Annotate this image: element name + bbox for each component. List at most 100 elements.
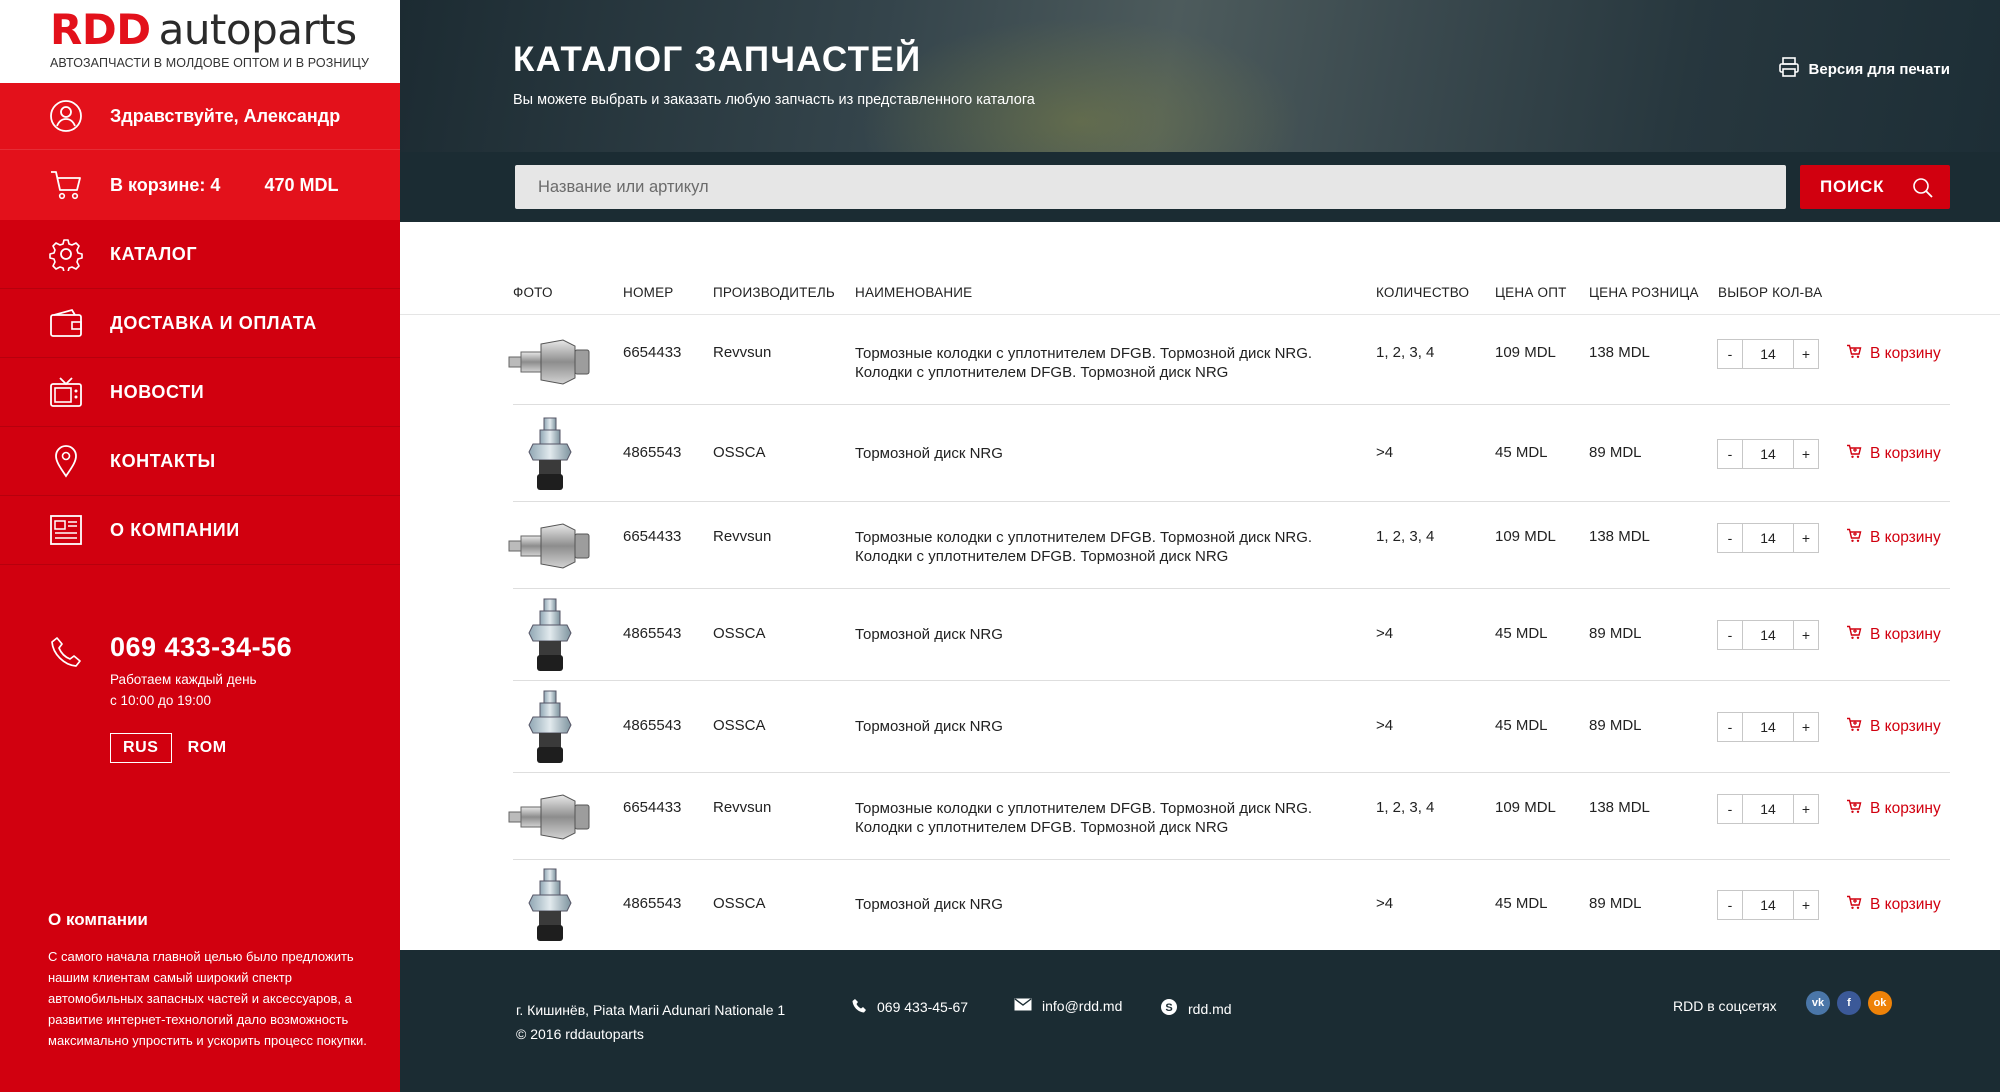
tv-icon bbox=[48, 374, 84, 410]
quantity-stepper: -14 + bbox=[1717, 712, 1819, 742]
menu-label: КАТАЛОГ bbox=[110, 243, 198, 264]
qty-increment-button[interactable]: + bbox=[1794, 795, 1818, 823]
add-to-cart-button[interactable]: В корзину bbox=[1846, 344, 1941, 364]
part-name-line-2: Колодки с уплотнителем DFGB. Тормозной д… bbox=[855, 364, 1229, 381]
qty-decrement-button[interactable]: - bbox=[1718, 621, 1742, 649]
lang-rom[interactable]: ROM bbox=[188, 739, 227, 757]
quantity-stepper: -14 + bbox=[1717, 523, 1819, 553]
qty-increment-button[interactable]: + bbox=[1794, 891, 1818, 919]
part-photo[interactable] bbox=[505, 416, 595, 492]
part-photo[interactable] bbox=[505, 787, 595, 847]
logo[interactable]: RDD autoparts bbox=[50, 9, 400, 51]
qty-decrement-button[interactable]: - bbox=[1718, 713, 1742, 741]
user-greeting-row[interactable]: Здравствуйте, Александр bbox=[0, 83, 400, 150]
page-title: КАТАЛОГ ЗАПЧАСТЕЙ bbox=[513, 40, 922, 79]
cart-summary-row[interactable]: В корзине: 4 470 MDL bbox=[0, 150, 400, 220]
qty-decrement-button[interactable]: - bbox=[1718, 795, 1742, 823]
part-number: 6654433 bbox=[623, 528, 682, 545]
footer-skype[interactable]: S rdd.md bbox=[1160, 998, 1232, 1019]
price-wholesale: 109 MDL bbox=[1495, 528, 1556, 545]
qty-decrement-button[interactable]: - bbox=[1718, 891, 1742, 919]
qty-increment-button[interactable]: + bbox=[1794, 340, 1818, 368]
footer-phone[interactable]: 069 433-45-67 bbox=[852, 998, 968, 1016]
qty-increment-button[interactable]: + bbox=[1794, 621, 1818, 649]
col-qty-select: ВЫБОР КОЛ-ВА bbox=[1718, 285, 1823, 300]
facebook-icon[interactable]: f bbox=[1837, 991, 1861, 1015]
qty-decrement-button[interactable]: - bbox=[1718, 524, 1742, 552]
about-text: С самого начала главной целью было предл… bbox=[48, 949, 367, 1048]
qty-value[interactable]: 14 bbox=[1742, 891, 1794, 919]
print-version-link[interactable]: Версия для печати bbox=[1778, 56, 1950, 82]
newspaper-icon bbox=[48, 512, 84, 548]
odnoklassniki-icon[interactable]: ok bbox=[1868, 991, 1892, 1015]
part-photo[interactable] bbox=[505, 597, 595, 673]
logo-autoparts: autoparts bbox=[158, 5, 358, 54]
part-name: Тормозной диск NRG bbox=[855, 444, 1003, 463]
qty-increment-button[interactable]: + bbox=[1794, 524, 1818, 552]
part-photo[interactable] bbox=[505, 332, 595, 392]
location-pin-icon bbox=[48, 443, 84, 479]
qty-increment-button[interactable]: + bbox=[1794, 713, 1818, 741]
qty-increment-button[interactable]: + bbox=[1794, 440, 1818, 468]
cart-add-icon bbox=[1846, 344, 1862, 364]
add-to-cart-button[interactable]: В корзину bbox=[1846, 528, 1941, 548]
menu-item-about[interactable]: О КОМПАНИИ bbox=[0, 496, 400, 565]
part-name: Тормозной диск NRG bbox=[855, 625, 1003, 644]
add-to-cart-button[interactable]: В корзину bbox=[1846, 444, 1941, 464]
menu-item-contacts[interactable]: КОНТАКТЫ bbox=[0, 427, 400, 496]
logo-rdd: RDD bbox=[50, 5, 151, 54]
search-button[interactable]: ПОИСК bbox=[1800, 165, 1950, 209]
part-quantity: 1, 2, 3, 4 bbox=[1376, 528, 1435, 545]
col-maker: ПРОИЗВОДИТЕЛЬ bbox=[713, 285, 835, 300]
menu-item-news[interactable]: НОВОСТИ bbox=[0, 358, 400, 427]
logo-box[interactable]: RDD autoparts АВТОЗАПЧАСТИ В МОЛДОВЕ ОПТО… bbox=[0, 0, 400, 83]
qty-value[interactable]: 14 bbox=[1742, 524, 1794, 552]
part-quantity: >4 bbox=[1376, 444, 1394, 461]
qty-value[interactable]: 14 bbox=[1742, 440, 1794, 468]
price-retail: 138 MDL bbox=[1589, 344, 1650, 361]
language-switch: RUS ROM bbox=[110, 733, 292, 763]
hours-line-2: с 10:00 до 19:00 bbox=[110, 693, 211, 708]
cart-total: 470 MDL bbox=[264, 174, 339, 195]
part-name-line-2: Колодки с уплотнителем DFGB. Тормозной д… bbox=[855, 819, 1229, 836]
menu-label: ДОСТАВКА И ОПЛАТА bbox=[110, 312, 317, 333]
footer-skype-text: rdd.md bbox=[1188, 1000, 1232, 1017]
qty-value[interactable]: 14 bbox=[1742, 795, 1794, 823]
qty-value[interactable]: 14 bbox=[1742, 621, 1794, 649]
price-wholesale: 45 MDL bbox=[1495, 717, 1548, 734]
lang-rus[interactable]: RUS bbox=[110, 733, 172, 763]
part-number: 4865543 bbox=[623, 895, 682, 912]
quantity-stepper: -14 + bbox=[1717, 794, 1819, 824]
add-to-cart-button[interactable]: В корзину bbox=[1846, 717, 1941, 737]
sidebar-phone[interactable]: 069 433-34-56 bbox=[110, 632, 292, 663]
price-retail: 89 MDL bbox=[1589, 444, 1642, 461]
add-to-cart-button[interactable]: В корзину bbox=[1846, 895, 1941, 915]
qty-decrement-button[interactable]: - bbox=[1718, 440, 1742, 468]
working-hours: Работаем каждый день с 10:00 до 19:00 bbox=[110, 669, 292, 711]
menu-item-catalog[interactable]: КАТАЛОГ bbox=[0, 220, 400, 289]
col-photo: ФОТО bbox=[513, 285, 553, 300]
qty-value[interactable]: 14 bbox=[1742, 713, 1794, 741]
footer: г. Кишинёв, Piata Marii Adunari National… bbox=[400, 950, 2000, 1092]
footer-email[interactable]: info@rdd.md bbox=[1014, 998, 1122, 1014]
qty-decrement-button[interactable]: - bbox=[1718, 340, 1742, 368]
qty-value[interactable]: 14 bbox=[1742, 340, 1794, 368]
add-to-cart-button[interactable]: В корзину bbox=[1846, 799, 1941, 819]
footer-phone-text: 069 433-45-67 bbox=[877, 999, 969, 1015]
cart-icon bbox=[48, 167, 84, 203]
part-photo[interactable] bbox=[505, 689, 595, 765]
price-wholesale: 45 MDL bbox=[1495, 625, 1548, 642]
add-to-cart-button[interactable]: В корзину bbox=[1846, 625, 1941, 645]
part-maker: OSSCA bbox=[713, 895, 766, 912]
vk-icon[interactable]: vk bbox=[1806, 991, 1830, 1015]
part-photo[interactable] bbox=[505, 867, 595, 943]
part-photo[interactable] bbox=[505, 516, 595, 576]
part-number: 6654433 bbox=[623, 344, 682, 361]
part-maker: Revvsun bbox=[713, 528, 772, 545]
quantity-stepper: -14 + bbox=[1717, 620, 1819, 650]
menu-item-delivery[interactable]: ДОСТАВКА И ОПЛАТА bbox=[0, 289, 400, 358]
search-input[interactable] bbox=[515, 165, 1786, 209]
menu-label: НОВОСТИ bbox=[110, 381, 205, 402]
part-name: Тормозные колодки с уплотнителем DFGB. Т… bbox=[855, 799, 1312, 837]
add-to-cart-label: В корзину bbox=[1870, 445, 1941, 462]
